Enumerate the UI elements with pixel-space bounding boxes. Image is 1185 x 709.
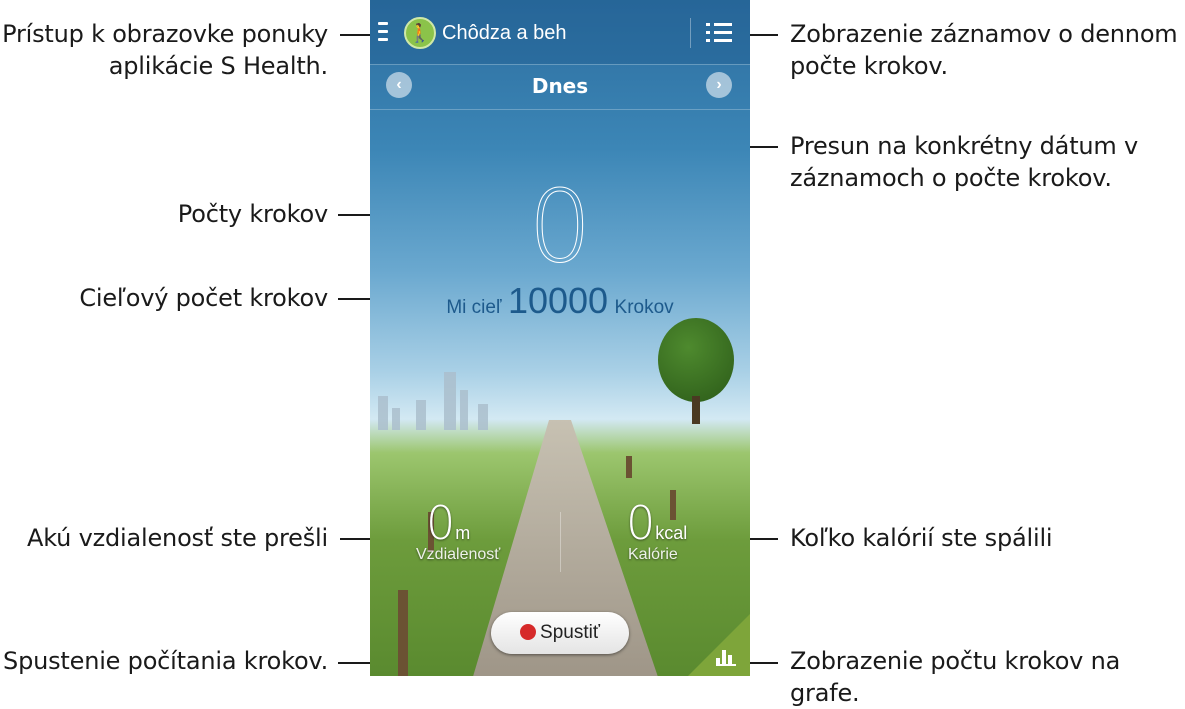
step-goal: Mi cieľ 10000 Krokov — [370, 280, 750, 322]
chevron-right-icon[interactable]: › — [706, 72, 732, 98]
distance-caption: Vzdialenosť — [416, 546, 501, 563]
date-label[interactable]: Dnes — [370, 74, 750, 98]
calories-caption: Kalórie — [628, 546, 678, 563]
callout-distance: Akú vzdialenosť ste prešli — [27, 524, 328, 552]
phone-screen: 🚶 Chôdza a beh ‹ Dnes › 0 Mi cieľ 10000 … — [370, 0, 750, 676]
graph-button[interactable] — [688, 614, 750, 676]
callout-date-line1: Presun na konkrétny dátum v — [790, 132, 1139, 160]
list-icon[interactable] — [706, 22, 734, 44]
distance-stat: 0m Vzdialenosť — [416, 496, 500, 563]
goal-prefix: Mi cieľ — [446, 297, 502, 318]
callout-date-line2: záznamoch o počte krokov. — [790, 164, 1112, 192]
walking-person-icon: 🚶 — [404, 17, 436, 49]
callout-records-line1: Zobrazenie záznamov o dennom — [790, 20, 1178, 48]
actionbar-divider — [690, 18, 691, 48]
callout-calories: Koľko kalórií ste spálili — [790, 524, 1053, 552]
start-label: Spustiť — [540, 622, 600, 643]
app-title: Chôdza a beh — [442, 22, 567, 44]
start-button[interactable]: Spustiť — [491, 612, 629, 654]
callout-start: Spustenie počítania krokov. — [3, 647, 328, 675]
callout-menu-line2: aplikácie S Health. — [108, 52, 328, 80]
callout-records-line2: počte krokov. — [790, 52, 948, 80]
record-dot-icon — [520, 624, 537, 640]
calories-unit: kcal — [655, 523, 688, 543]
stats-divider — [560, 512, 561, 572]
fence-post — [626, 456, 632, 478]
callout-goal: Cieľový počet krokov — [79, 284, 328, 312]
menu-icon[interactable] — [378, 22, 388, 46]
step-count: 0 — [528, 168, 593, 285]
callout-date: Presun na konkrétny dátum v záznamoch o … — [790, 130, 1138, 194]
goal-suffix: Krokov — [614, 297, 674, 318]
callout-steps: Počty krokov — [177, 200, 328, 228]
goal-value: 10000 — [507, 280, 609, 321]
bar-chart-icon[interactable] — [716, 648, 736, 666]
callout-menu: Prístup k obrazovke ponuky aplikácie S H… — [2, 18, 328, 82]
tree — [658, 318, 734, 402]
callout-menu-line1: Prístup k obrazovke ponuky — [2, 20, 328, 48]
tree-trunk — [692, 396, 700, 424]
calories-value: 0 — [626, 496, 656, 550]
distance-unit: m — [455, 523, 471, 543]
city-skyline — [370, 370, 510, 430]
callout-graph: Zobrazenie počtu krokov na grafe. — [790, 647, 1121, 707]
fence-post — [398, 590, 408, 676]
callout-records: Zobrazenie záznamov o dennom počte kroko… — [790, 18, 1178, 82]
calories-stat: 0kcal Kalórie — [626, 496, 688, 563]
distance-value: 0 — [426, 496, 456, 550]
